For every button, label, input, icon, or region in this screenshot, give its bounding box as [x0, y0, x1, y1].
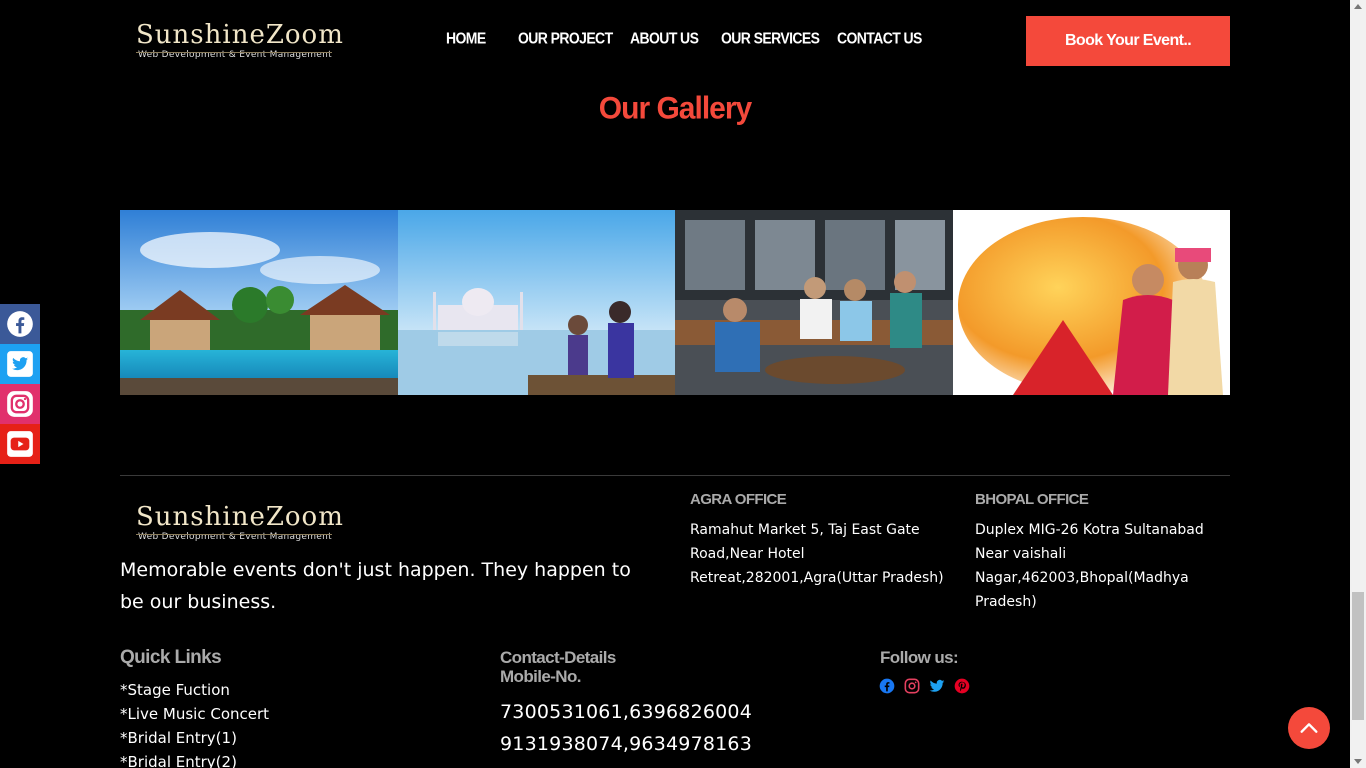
- nav-contact-us[interactable]: CONTACT US: [837, 29, 922, 47]
- nav-our-project[interactable]: OUR PROJECT: [518, 29, 613, 47]
- gallery-image-taj-couple[interactable]: [397, 210, 675, 395]
- gallery-strip: [120, 210, 1230, 395]
- twitter-icon[interactable]: [929, 678, 945, 694]
- agra-office-address: Ramahut Market 5, Taj East Gate Road,Nea…: [690, 522, 944, 586]
- bhopal-office-address: Duplex MIG-26 Kotra Sultanabad Near vais…: [975, 522, 1204, 610]
- footer-logo-name: SunshineZoom: [136, 502, 344, 532]
- bhopal-office: BHOPAL OFFICE Duplex MIG-26 Kotra Sultan…: [975, 491, 1235, 614]
- follow-icons: [879, 678, 970, 694]
- quick-link-item[interactable]: *Bridal Entry(1): [120, 726, 269, 750]
- site-header: SunshineZoom Web Development & Event Man…: [0, 0, 1350, 82]
- pinterest-icon[interactable]: [954, 678, 970, 694]
- follow-us-title: Follow us:: [880, 648, 959, 667]
- quick-link-item[interactable]: *Stage Fuction: [120, 678, 269, 702]
- quick-links-title: Quick Links: [120, 647, 222, 668]
- footer-logo[interactable]: SunshineZoom Web Development & Event Man…: [136, 502, 344, 548]
- instagram-icon: [7, 391, 33, 417]
- gallery-title: Our Gallery: [598, 91, 752, 126]
- phone-line-2[interactable]: 9131938074,9634978163: [500, 728, 752, 760]
- site-logo[interactable]: SunshineZoom Web Development & Event Man…: [136, 20, 344, 66]
- contact-title-line2: Mobile-No.: [500, 667, 581, 686]
- footer-logo-rule: [136, 534, 332, 535]
- resort-pool-image: [120, 210, 398, 395]
- twitter-icon: [7, 351, 33, 377]
- footer-divider: [120, 475, 1230, 476]
- phone-numbers: 7300531061,6396826004 9131938074,9634978…: [500, 696, 752, 760]
- bridal-couple-image: [952, 210, 1230, 395]
- sidebar-youtube-button[interactable]: [0, 424, 40, 464]
- quick-links-list: *Stage Fuction *Live Music Concert *Brid…: [120, 678, 269, 768]
- gallery-image-resort[interactable]: [120, 210, 398, 395]
- phone-line-1[interactable]: 7300531061,6396826004: [500, 696, 752, 728]
- nav-about-us[interactable]: ABOUT US: [630, 29, 699, 47]
- nav-home[interactable]: HOME: [446, 29, 486, 47]
- nav-our-services[interactable]: OUR SERVICES: [721, 29, 820, 47]
- bhopal-office-title: BHOPAL OFFICE: [975, 491, 1089, 508]
- book-event-button[interactable]: Book Your Event..: [1026, 16, 1230, 66]
- instagram-icon[interactable]: [904, 678, 920, 694]
- gallery-image-bridal-couple[interactable]: [952, 210, 1230, 395]
- sidebar-instagram-button[interactable]: [0, 384, 40, 424]
- chevron-up-icon: [1300, 723, 1318, 733]
- logo-rule: [136, 52, 332, 53]
- sidebar-facebook-button[interactable]: [0, 304, 40, 344]
- scroll-up-arrow-icon[interactable]: [1354, 4, 1362, 9]
- contact-title-line1: Contact-Details: [500, 648, 616, 667]
- taj-couple-image: [397, 210, 675, 395]
- agra-office: AGRA OFFICE Ramahut Market 5, Taj East G…: [690, 491, 950, 590]
- sidebar-twitter-button[interactable]: [0, 344, 40, 384]
- page-scrollbar[interactable]: [1350, 0, 1366, 768]
- gallery-image-cafe-friends[interactable]: [675, 210, 953, 395]
- quick-link-item[interactable]: *Bridal Entry(2): [120, 750, 269, 768]
- scroll-to-top-button[interactable]: [1288, 707, 1330, 749]
- cafe-friends-image: [675, 210, 953, 395]
- logo-name: SunshineZoom: [136, 20, 344, 50]
- scrollbar-thumb[interactable]: [1352, 592, 1364, 720]
- scroll-down-arrow-icon[interactable]: [1354, 759, 1362, 764]
- agra-office-title: AGRA OFFICE: [690, 491, 787, 508]
- social-sidebar: [0, 304, 40, 464]
- contact-details-title: Contact-Details Mobile-No.: [500, 648, 616, 686]
- youtube-icon: [7, 431, 33, 457]
- facebook-icon: [7, 311, 33, 337]
- footer-tagline: Memorable events don't just happen. They…: [120, 559, 631, 613]
- facebook-icon[interactable]: [879, 678, 895, 694]
- quick-link-item[interactable]: *Live Music Concert: [120, 702, 269, 726]
